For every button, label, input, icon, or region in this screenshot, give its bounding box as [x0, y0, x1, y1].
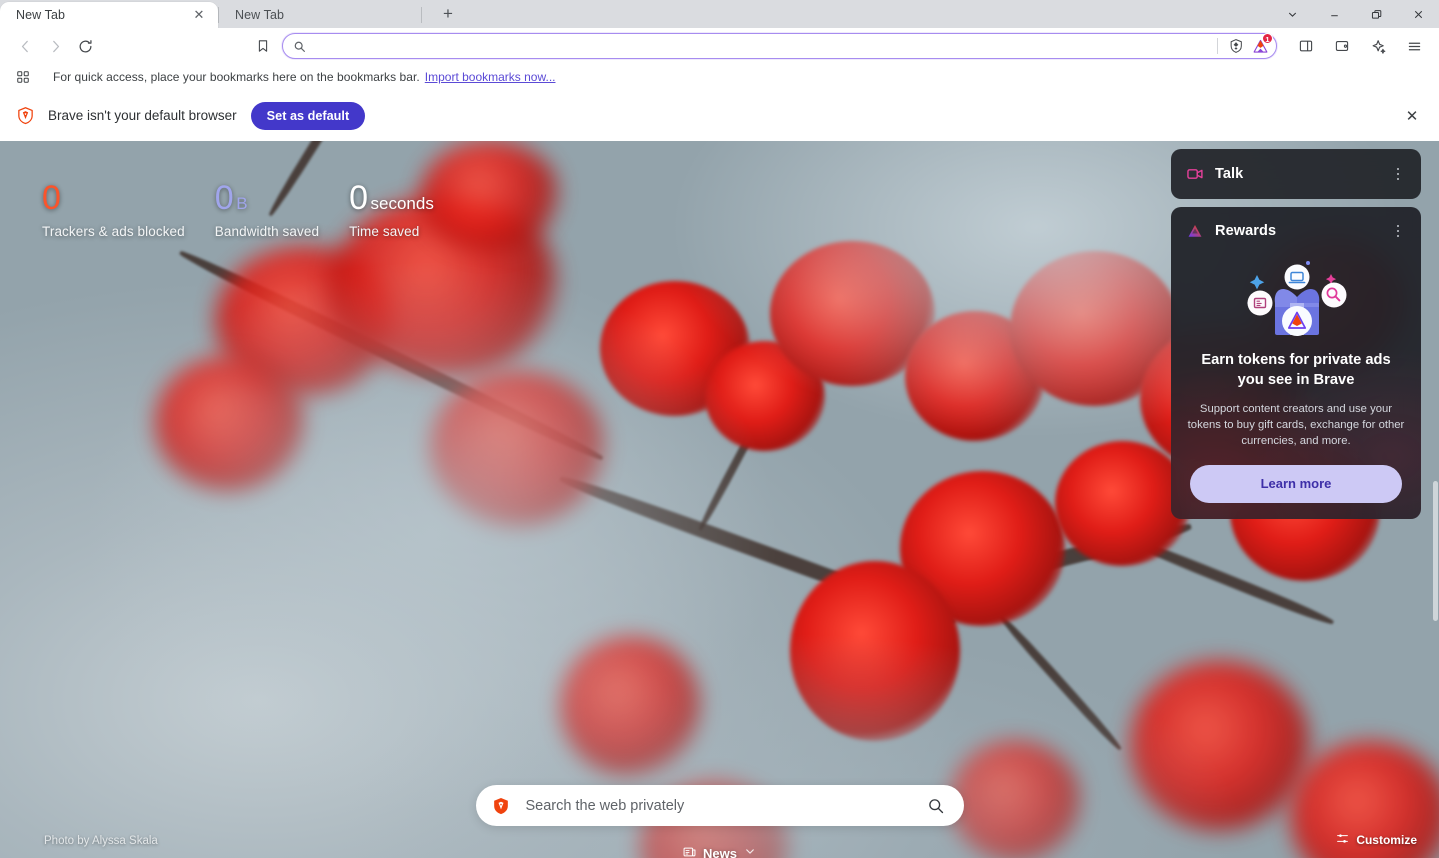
widget-column: Talk Rewards Earn tokens for private ads…: [1171, 149, 1421, 519]
stat-value: 0: [349, 179, 368, 217]
photo-credit: Photo by Alyssa Skala: [44, 835, 158, 847]
rewards-widget-title: Rewards: [1215, 223, 1277, 239]
stat-unit: B: [236, 194, 248, 213]
search-input[interactable]: [525, 797, 924, 814]
window-controls: [1271, 0, 1439, 28]
news-article-icon: [682, 845, 696, 858]
stat-unit: seconds: [370, 194, 434, 213]
brave-shields-icon[interactable]: [1224, 34, 1248, 58]
default-browser-banner: Brave isn't your default browser Set as …: [0, 90, 1439, 141]
address-input[interactable]: [306, 39, 1211, 53]
new-tab-button[interactable]: +: [434, 0, 462, 28]
rewards-widget-header: Rewards: [1171, 207, 1421, 245]
sidebar-panel-icon[interactable]: [1291, 31, 1321, 61]
import-bookmarks-link[interactable]: Import bookmarks now...: [425, 70, 556, 84]
customize-label: Customize: [1356, 833, 1417, 847]
omnibox-divider: [1217, 38, 1218, 54]
rewards-heading: Earn tokens for private ads you see in B…: [1201, 352, 1391, 388]
default-browser-message: Brave isn't your default browser: [48, 108, 237, 123]
bat-triangle-icon: [1185, 221, 1205, 241]
toolbar-right-icons: [1291, 31, 1429, 61]
stat-time-saved: 0 seconds Time saved: [349, 181, 434, 239]
set-as-default-button[interactable]: Set as default: [250, 101, 366, 130]
browser-toolbar: 1: [0, 28, 1439, 64]
brave-lion-icon: [14, 105, 36, 127]
news-section-toggle[interactable]: News: [682, 845, 757, 858]
back-button[interactable]: [10, 31, 40, 61]
app-menu-icon[interactable]: [1399, 31, 1429, 61]
minimize-icon[interactable]: [1313, 0, 1355, 28]
privacy-stats: 0 Trackers & ads blocked 0B Bandwidth sa…: [42, 181, 464, 239]
tab-close-icon[interactable]: ✕: [190, 6, 208, 24]
stat-trackers-blocked: 0 Trackers & ads blocked: [42, 181, 185, 239]
gift-box-illustration: [1171, 253, 1421, 345]
close-icon[interactable]: [1397, 0, 1439, 28]
scrollbar-thumb[interactable]: [1433, 481, 1438, 621]
chevron-down-icon[interactable]: [744, 845, 757, 858]
rewards-body-text: Support content creators and use your to…: [1187, 402, 1405, 447]
talk-widget[interactable]: Talk: [1171, 149, 1421, 199]
search-icon[interactable]: [924, 794, 948, 818]
tab-strip: New Tab ✕ New Tab +: [0, 0, 1439, 28]
tab-separator: [421, 7, 422, 23]
more-options-icon[interactable]: [1389, 222, 1407, 240]
more-options-icon[interactable]: [1389, 165, 1407, 183]
bookmark-icon[interactable]: [248, 31, 278, 61]
sliders-icon: [1336, 832, 1349, 848]
browser-tab-active[interactable]: New Tab ✕: [0, 2, 218, 28]
brave-rewards-icon[interactable]: 1: [1248, 33, 1273, 58]
address-bar[interactable]: 1: [282, 33, 1277, 59]
browser-tab-inactive[interactable]: New Tab: [219, 2, 421, 28]
brave-lion-icon: [490, 795, 512, 817]
stat-label: Bandwidth saved: [214, 224, 320, 239]
search-icon: [293, 40, 306, 53]
brave-wallet-icon[interactable]: [1327, 31, 1357, 61]
stat-label: Time saved: [349, 224, 420, 239]
chevron-down-icon[interactable]: [1271, 0, 1313, 28]
rewards-notification-badge: 1: [1262, 33, 1273, 44]
forward-button[interactable]: [40, 31, 70, 61]
stat-value: 0: [214, 179, 234, 217]
news-label: News: [703, 846, 737, 858]
stat-value-row: 0: [42, 181, 185, 215]
customize-button[interactable]: Customize: [1336, 832, 1417, 848]
page-scrollbar[interactable]: [1432, 141, 1439, 858]
talk-widget-title: Talk: [1215, 166, 1244, 182]
tab-title: New Tab: [16, 8, 66, 22]
tab-title: New Tab: [235, 8, 285, 22]
close-icon[interactable]: ✕: [1399, 103, 1425, 129]
reload-button[interactable]: [70, 31, 100, 61]
new-tab-page: 0 Trackers & ads blocked 0B Bandwidth sa…: [0, 141, 1439, 858]
bookmarks-bar: For quick access, place your bookmarks h…: [0, 64, 1439, 90]
stat-value-row: 0 seconds: [349, 181, 434, 215]
learn-more-button[interactable]: Learn more: [1190, 464, 1402, 503]
stat-value: 0: [42, 179, 61, 217]
stat-label: Trackers & ads blocked: [42, 224, 185, 239]
bookmarks-hint-text: For quick access, place your bookmarks h…: [53, 70, 420, 84]
apps-grid-icon[interactable]: [10, 70, 36, 84]
rewards-widget: Rewards Earn tokens for private ads you …: [1171, 207, 1421, 519]
stat-value-row: 0B: [215, 181, 319, 215]
video-camera-icon: [1185, 164, 1205, 184]
leo-ai-sparkle-icon[interactable]: [1363, 31, 1393, 61]
private-search-box[interactable]: [475, 785, 964, 826]
stat-bandwidth-saved: 0B Bandwidth saved: [215, 181, 319, 239]
restore-icon[interactable]: [1355, 0, 1397, 28]
